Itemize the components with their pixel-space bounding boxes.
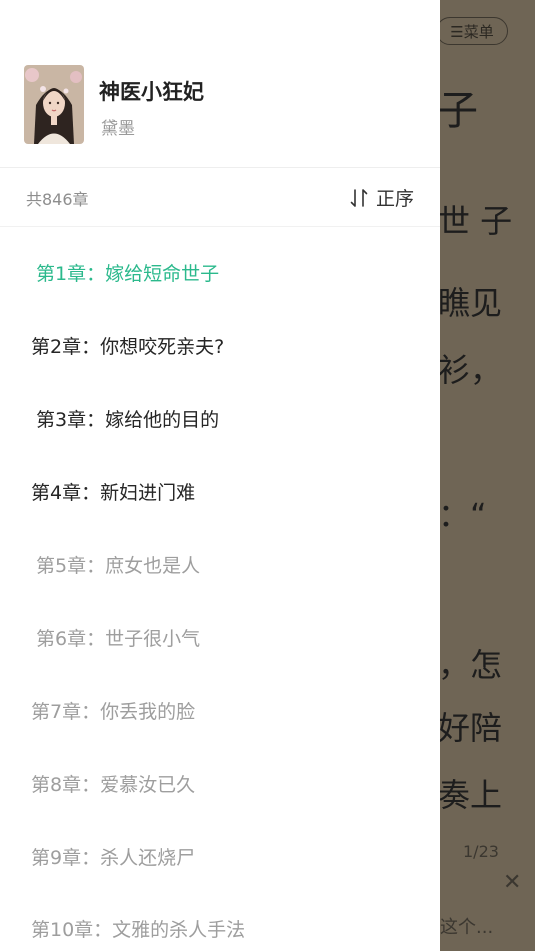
chapter-item[interactable]: 第6章：世子很小气 [36, 624, 200, 651]
chapter-item[interactable]: 第2章：你想咬死亲夫? [31, 332, 224, 359]
chapter-item[interactable]: 第4章：新妇进门难 [31, 478, 195, 505]
reader-text-line: ：“ [438, 496, 487, 534]
reader-text-line: ，怎 [438, 646, 503, 684]
sort-order-button[interactable]: 正序 [350, 184, 414, 211]
reader-text-line: 瞧见 [438, 284, 503, 322]
book-header[interactable]: 神医小狂妃 黛墨 [0, 0, 440, 168]
chapter-item[interactable]: 第10章：文雅的杀人手法 [31, 915, 245, 942]
chapter-count: 共846章 [26, 190, 89, 209]
reader-text-line: 好陪 [438, 709, 503, 747]
book-author: 黛墨 [101, 119, 135, 139]
toc-drawer: 神医小狂妃 黛墨 共846章 正序 第1章：嫁给短命世子 第2章：你想咬死亲夫?… [0, 0, 440, 951]
sort-order-label: 正序 [375, 188, 414, 210]
chapter-item[interactable]: 第5章：庶女也是人 [36, 551, 200, 578]
chapter-item[interactable]: 第3章：嫁给他的目的 [36, 405, 219, 432]
reader-text-line: 衫， [438, 351, 503, 389]
menu-button[interactable]: ☰菜单 [436, 17, 508, 45]
page-indicator: 1/23 [463, 842, 499, 861]
cover-portrait-icon [24, 65, 84, 144]
chapter-item[interactable]: 第7章：你丢我的脸 [31, 697, 195, 724]
chapter-item[interactable]: 第8章：爱慕汝已久 [31, 770, 195, 797]
reader-text-line: 子 [438, 88, 478, 134]
chapter-count-bar: 共846章 正序 [0, 168, 440, 227]
chapter-item[interactable]: 第1章：嫁给短命世子 [36, 259, 219, 286]
sort-icon [350, 188, 368, 207]
reader-text-line: 世 子 [438, 202, 513, 240]
book-title: 神医小狂妃 [99, 80, 204, 104]
bottom-hint-text: 这个... [440, 917, 494, 938]
close-icon[interactable]: ✕ [503, 870, 521, 895]
reader-text-line: 奏上 [438, 776, 503, 814]
book-cover-image[interactable] [24, 65, 84, 144]
chapter-item[interactable]: 第9章：杀人还烧尸 [31, 843, 195, 870]
